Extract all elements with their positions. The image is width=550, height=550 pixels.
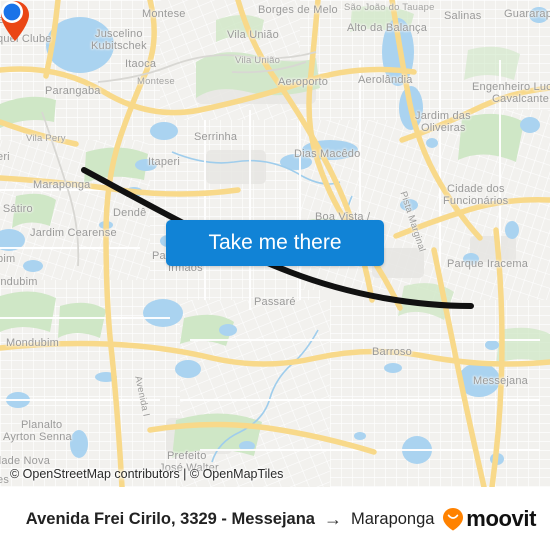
route-summary: Avenida Frei Cirilo, 3329 - Messejana → …	[0, 510, 442, 529]
map-attribution[interactable]: © OpenStreetMap contributors | © OpenMap…	[10, 467, 283, 481]
arrow-right-icon: →	[323, 509, 342, 529]
footer-bar: Avenida Frei Cirilo, 3329 - Messejana → …	[0, 487, 550, 550]
destination-label: Maraponga	[350, 509, 435, 528]
moovit-wordmark: moovit	[466, 506, 536, 531]
origin-label: Avenida Frei Cirilo, 3329 - Messejana	[25, 509, 315, 528]
map-canvas[interactable]: equei ClubeMonteseJuscelinoKubitschekIta…	[0, 0, 550, 487]
destination-dot-marker[interactable]	[0, 0, 24, 24]
moovit-pin-icon	[443, 508, 464, 531]
moovit-trip-page: equei ClubeMonteseJuscelinoKubitschekIta…	[0, 0, 550, 550]
take-me-there-button[interactable]: Take me there	[166, 220, 384, 266]
moovit-logo[interactable]: moovit	[442, 506, 550, 532]
